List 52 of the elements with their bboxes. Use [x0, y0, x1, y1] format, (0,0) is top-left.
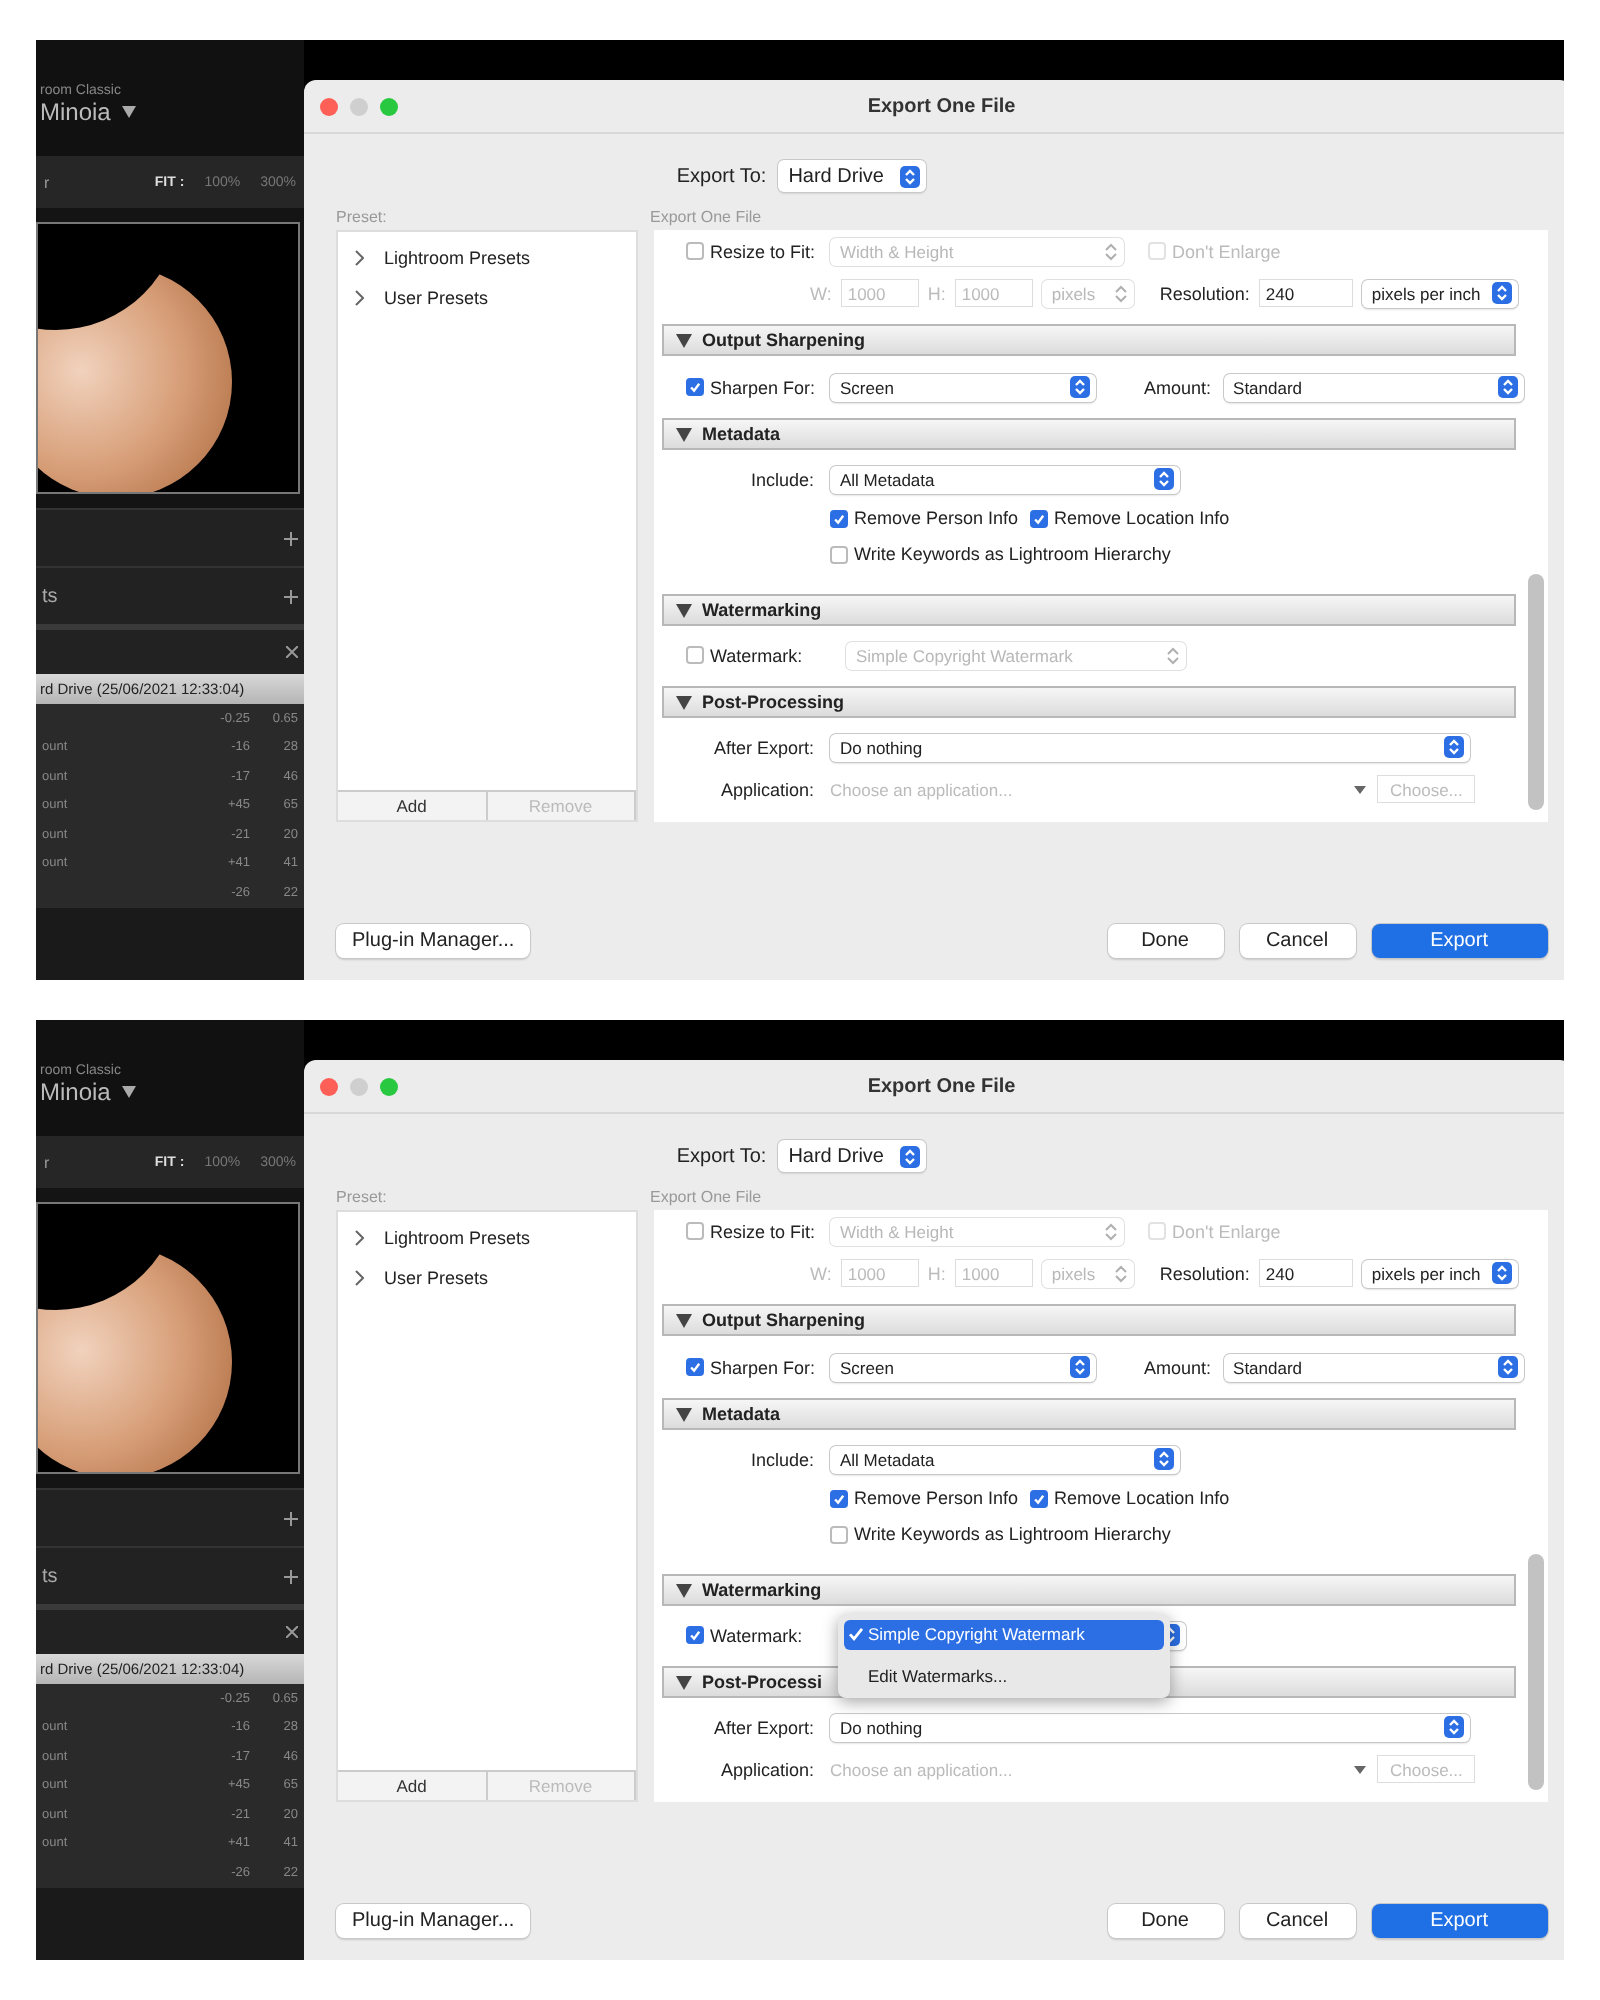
- field-label: Application:: [718, 779, 814, 799]
- field-label: Resolution:: [1159, 283, 1250, 303]
- checkbox-label: Resize to Fit:: [710, 1221, 816, 1241]
- section-title: Post-Processi: [702, 1672, 823, 1692]
- checkbox-label: Sharpen For:: [710, 377, 816, 397]
- preset-folder-label: User Presets: [384, 288, 489, 308]
- panel-title: ts: [42, 1565, 58, 1587]
- section-title: Output Sharpening: [702, 1310, 865, 1330]
- group-label: Preset:: [336, 1187, 389, 1205]
- field-label: Amount:: [1144, 377, 1212, 397]
- field-label: H:: [927, 283, 946, 303]
- section-title: Metadata: [702, 424, 781, 444]
- field-label: H:: [927, 1263, 946, 1283]
- checkbox-label: Sharpen For:: [710, 1357, 816, 1377]
- field-label: Include:: [748, 1449, 814, 1469]
- field-label: Amount:: [1144, 1357, 1212, 1377]
- field-label: Include:: [748, 469, 814, 489]
- field-label: Application:: [718, 1759, 814, 1779]
- section-title: Post-Processing: [702, 692, 845, 712]
- group-label: Preset:: [336, 207, 389, 225]
- section-title: Metadata: [702, 1404, 781, 1424]
- view-label: r: [44, 173, 50, 191]
- field-label: W:: [810, 283, 832, 303]
- checkbox-label: Remove Person Info: [854, 1488, 1019, 1508]
- checkbox-label: Write Keywords as Lightroom Hierarchy: [854, 544, 1171, 564]
- section-title: Watermarking: [702, 600, 822, 620]
- view-label: r: [44, 1153, 50, 1171]
- checkbox-label: Write Keywords as Lightroom Hierarchy: [854, 1524, 1171, 1544]
- section-title: Output Sharpening: [702, 330, 865, 350]
- window-title: Export One File: [865, 1075, 1018, 1097]
- field-label: After Export:: [711, 737, 814, 757]
- checkbox-label: Don't Enlarge: [1172, 1221, 1281, 1241]
- section-title: Watermarking: [702, 1580, 822, 1600]
- checkbox-label: Don't Enlarge: [1172, 241, 1281, 261]
- checkbox-label: Watermark:: [710, 645, 803, 665]
- field-label: Export To:: [676, 165, 767, 187]
- field-label: W:: [810, 1263, 832, 1283]
- preset-folder-label: Lightroom Presets: [384, 248, 531, 268]
- field-label: Resolution:: [1159, 1263, 1250, 1283]
- checkbox-label: Resize to Fit:: [710, 241, 816, 261]
- checkbox-label: Remove Location Info: [1054, 1488, 1230, 1508]
- checkbox-label: Watermark:: [710, 1625, 803, 1645]
- preset-folder-label: User Presets: [384, 1268, 489, 1288]
- checkbox-label: Remove Person Info: [854, 508, 1019, 528]
- group-label: Export One File: [650, 207, 762, 225]
- checkbox-label: Remove Location Info: [1054, 508, 1230, 528]
- field-label: Export To:: [676, 1145, 767, 1167]
- window-title: Export One File: [865, 95, 1018, 117]
- panel-title: ts: [42, 585, 58, 607]
- preset-folder-label: Lightroom Presets: [384, 1228, 531, 1248]
- field-label: After Export:: [711, 1717, 814, 1737]
- group-label: Export One File: [650, 1187, 762, 1205]
